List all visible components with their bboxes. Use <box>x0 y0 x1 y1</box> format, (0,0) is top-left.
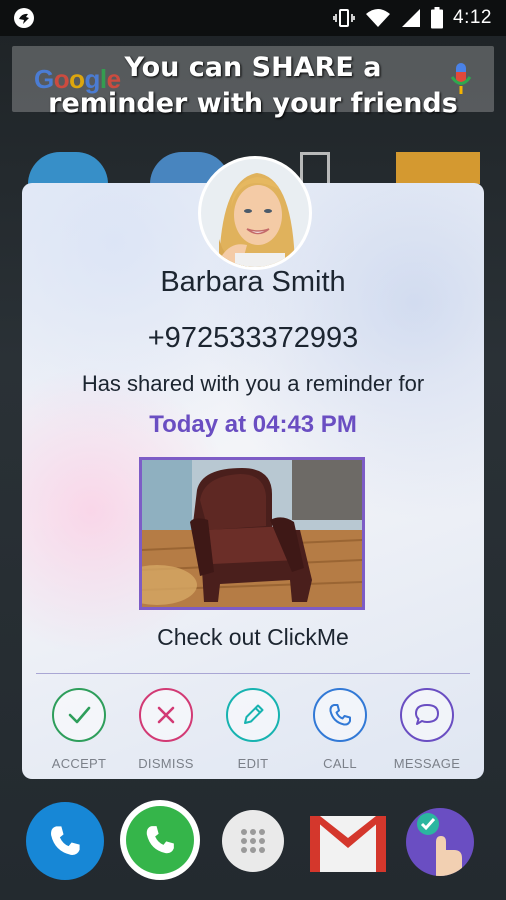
reminder-time: Today at 04:43 PM <box>149 411 357 438</box>
cell-signal-icon <box>402 9 421 27</box>
background-app-icon <box>396 152 480 184</box>
reminder-photo[interactable] <box>139 457 365 610</box>
edit-button[interactable]: EDIT <box>209 688 297 771</box>
chat-bubble-icon <box>415 704 439 725</box>
background-app-icon <box>28 152 108 184</box>
promo-line-2: reminder with your friends <box>48 88 458 119</box>
background-app-icon <box>300 152 330 184</box>
app-drawer-icon[interactable] <box>222 810 284 872</box>
divider <box>36 673 470 674</box>
phone-icon <box>329 704 351 726</box>
accept-circle[interactable] <box>52 688 106 742</box>
promo-line-1: You can SHARE a <box>124 52 382 83</box>
call-circle[interactable] <box>313 688 367 742</box>
pencil-icon <box>244 704 264 724</box>
edit-label: EDIT <box>237 756 269 771</box>
message-circle[interactable] <box>400 688 454 742</box>
message-button[interactable]: MESSAGE <box>383 688 471 771</box>
whatsapp-icon[interactable] <box>120 800 200 880</box>
accept-label: ACCEPT <box>51 756 107 771</box>
gmail-icon[interactable] <box>310 816 386 872</box>
check-icon <box>68 706 91 724</box>
dismiss-button[interactable]: DISMISS <box>122 688 210 771</box>
call-button[interactable]: CALL <box>296 688 384 771</box>
home-dock <box>0 800 506 900</box>
wifi-icon <box>366 9 391 27</box>
message-label: MESSAGE <box>393 756 461 771</box>
phone-number[interactable]: +972533372993 <box>22 322 484 355</box>
action-bar: ACCEPT DISMISS EDIT CALL MESSAGE <box>22 688 484 774</box>
shared-message: Has shared with you a reminder for <box>81 371 425 396</box>
clickme-app-icon[interactable] <box>406 808 474 876</box>
dismiss-circle[interactable] <box>139 688 193 742</box>
phone-app-icon[interactable] <box>26 802 104 880</box>
reminder-caption: Check out ClickMe <box>157 624 349 650</box>
clock: 4:12 <box>453 7 492 28</box>
battery-icon <box>431 7 444 29</box>
avatar <box>198 156 312 270</box>
app-notification-icon <box>14 8 34 28</box>
status-bar: 4:12 <box>0 0 506 36</box>
contact-name: Barbara Smith <box>160 266 346 298</box>
call-label: CALL <box>323 756 357 771</box>
accept-button[interactable]: ACCEPT <box>35 688 123 771</box>
promo-banner: You can SHARE a reminder with your frien… <box>20 50 486 122</box>
vibrate-icon <box>333 9 355 27</box>
edit-circle[interactable] <box>226 688 280 742</box>
close-icon <box>157 706 175 724</box>
dismiss-label: DISMISS <box>138 756 194 771</box>
